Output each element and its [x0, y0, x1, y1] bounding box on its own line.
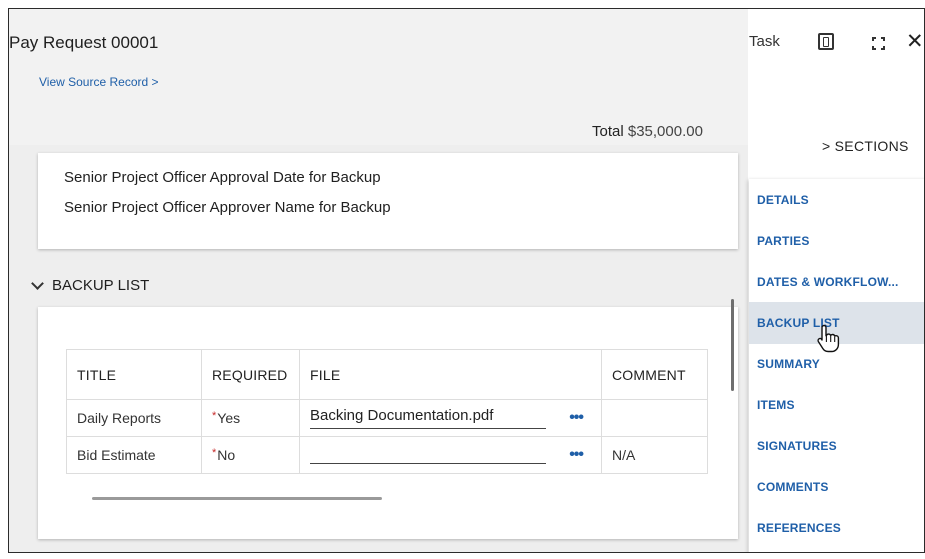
row-file: Backing Documentation.pdf ••• [299, 399, 602, 437]
backup-list-heading: BACKUP LIST [52, 277, 150, 294]
file-more-options-button[interactable]: ••• [569, 409, 584, 427]
row-title: Daily Reports [66, 399, 202, 437]
row-required: *Yes [201, 399, 300, 437]
sections-toggle[interactable]: > SECTIONS [822, 138, 909, 154]
nav-item-comments[interactable]: COMMENTS [749, 466, 924, 508]
row-file: ••• [299, 436, 602, 474]
pay-request-window: Pay Request 00001 View Source Record > T… [8, 8, 925, 553]
row-required-value: Yes [217, 410, 241, 426]
expand-icon[interactable] [872, 37, 885, 50]
approval-date-label: Senior Project Officer Approval Date for… [64, 169, 381, 186]
required-star-icon: * [212, 447, 217, 459]
nav-item-parties[interactable]: PARTIES [749, 220, 924, 262]
vertical-scrollbar[interactable] [731, 299, 734, 391]
main-panel: Pay Request 00001 View Source Record > T… [9, 9, 748, 552]
backup-list-table: TITLE REQUIRED FILE COMMENT Daily Report… [66, 349, 708, 474]
nav-item-signatures[interactable]: SIGNATURES [749, 425, 924, 467]
total-value: $35,000.00 [627, 123, 703, 140]
sections-nav: DETAILS PARTIES DATES & WORKFLOW... BACK… [749, 179, 924, 552]
row-title: Bid Estimate [66, 436, 202, 474]
table-row: Daily Reports *Yes Backing Documentation… [66, 399, 708, 437]
nav-item-items[interactable]: ITEMS [749, 384, 924, 426]
column-header-file[interactable]: FILE [299, 349, 602, 400]
column-header-comment[interactable]: COMMENT [601, 349, 708, 400]
view-source-record-link[interactable]: View Source Record > [39, 75, 159, 89]
file-input[interactable]: Backing Documentation.pdf [310, 407, 546, 429]
backup-list-card: TITLE REQUIRED FILE COMMENT Daily Report… [38, 307, 738, 539]
hand-pointer-icon [817, 324, 840, 353]
row-required: *No [201, 436, 300, 474]
row-comment[interactable]: N/A [601, 436, 708, 474]
total-label: Total [592, 123, 624, 140]
horizontal-scrollbar[interactable] [92, 497, 382, 500]
column-header-title[interactable]: TITLE [66, 349, 202, 400]
row-comment[interactable] [601, 399, 708, 437]
approver-name-label: Senior Project Officer Approver Name for… [64, 199, 391, 216]
nav-item-references[interactable]: REFERENCES [749, 507, 924, 549]
page-title: Pay Request 00001 [9, 33, 159, 52]
column-header-required[interactable]: REQUIRED [201, 349, 300, 400]
nav-item-details[interactable]: DETAILS [749, 179, 924, 221]
total-summary: Total $35,000.00 [592, 123, 703, 140]
task-panel-icon[interactable] [818, 33, 834, 50]
table-row: Bid Estimate *No ••• N/A [66, 436, 708, 474]
file-more-options-button[interactable]: ••• [569, 446, 584, 464]
file-input[interactable] [310, 444, 546, 464]
close-icon[interactable]: ✕ [906, 29, 924, 54]
table-header-row: TITLE REQUIRED FILE COMMENT [66, 349, 708, 400]
chevron-down-icon [31, 276, 44, 290]
approval-card: Senior Project Officer Approval Date for… [38, 153, 738, 249]
row-required-value: No [217, 447, 236, 463]
required-star-icon: * [212, 410, 217, 422]
task-label[interactable]: Task [749, 33, 780, 50]
backup-list-toggle[interactable]: BACKUP LIST [31, 276, 150, 294]
nav-item-dates-workflow[interactable]: DATES & WORKFLOW... [749, 261, 924, 303]
